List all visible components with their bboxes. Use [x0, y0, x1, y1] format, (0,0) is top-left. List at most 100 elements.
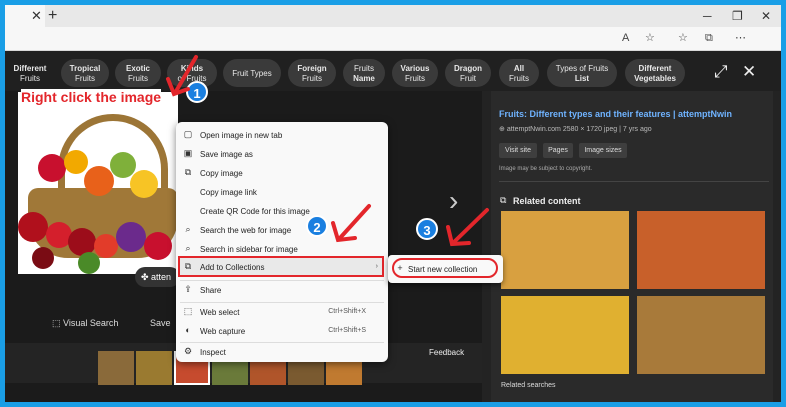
fruit [32, 247, 54, 269]
menu-item-save-image-as[interactable]: ▣ Save image as [176, 145, 388, 164]
menu-item-web-select[interactable]: ⬚ Web select Ctrl+Shift+X [176, 303, 388, 322]
fruit [64, 150, 88, 174]
chip-sublabel: Fruits [405, 74, 425, 83]
inspect-icon: ⚙ [183, 346, 193, 356]
url-field[interactable] [8, 30, 608, 48]
next-image-icon[interactable]: › [449, 185, 458, 217]
chip-types-of-fruits-list[interactable]: Types of Fruits List [547, 59, 617, 87]
related-thumbnail[interactable] [637, 211, 765, 289]
main-image[interactable] [18, 92, 178, 274]
share-icon: ⇪ [184, 284, 192, 294]
chip-foreign-fruits[interactable]: Foreign Fruits [288, 59, 336, 87]
chip-label: Dragon [454, 64, 482, 73]
new-tab-button[interactable]: + [48, 6, 57, 26]
chip-dragon-fruit[interactable]: Dragon Fruit [445, 59, 491, 87]
chip-sublabel: Name [353, 74, 375, 83]
chip-tropical-fruits[interactable]: Tropical Fruits [61, 59, 109, 87]
close-viewer-icon[interactable]: ✕ [742, 63, 756, 81]
chip-sublabel: List [574, 74, 590, 83]
strip-thumbnail[interactable] [98, 351, 134, 385]
chip-sublabel: Fruits [302, 74, 322, 83]
related-thumbnail[interactable] [501, 211, 629, 289]
menu-item-web-capture[interactable]: ◐ Web capture Ctrl+Shift+S [176, 322, 388, 341]
chip-fruits-name[interactable]: Fruits Name [343, 59, 385, 87]
menu-item-label: Add to Collections [200, 263, 265, 272]
image-sizes-button[interactable]: Image sizes [579, 143, 627, 158]
address-bar: A ☆ ☆ ⧉ ⋯ [5, 27, 781, 51]
chip-different-vegetables[interactable]: Different Vegetables [625, 59, 685, 87]
visit-site-button[interactable]: Visit site [499, 143, 537, 158]
menu-item-inspect[interactable]: ⚙ Inspect [176, 343, 388, 362]
pages-button[interactable]: Pages [543, 143, 573, 158]
menu-item-label: Start new collection [408, 265, 478, 274]
chip-exotic-fruits[interactable]: Exotic Fruits [115, 59, 161, 87]
feedback-link[interactable]: Feedback [429, 348, 464, 357]
expand-icon[interactable]: ⤢ [714, 63, 728, 81]
chip-label: Types of Fruits [555, 64, 609, 73]
fruit [78, 252, 100, 274]
result-site[interactable]: attemptNwin.com [507, 126, 561, 133]
details-card: Fruits: Different types and their featur… [491, 91, 773, 402]
tab-bar: ✕ + ─ ❐ ✕ [5, 5, 781, 27]
result-dimensions: 2580 × 1720 jpeg | 7 yrs ago [562, 126, 652, 133]
copy-icon: ⧉ [184, 167, 192, 177]
favorite-star-icon[interactable]: ☆ [645, 31, 655, 45]
strip-thumbnail[interactable] [136, 351, 172, 385]
step-badge-1: 1 [186, 81, 208, 103]
menu-item-search-web-for-image[interactable]: ⌕ Search the web for image [176, 221, 388, 240]
chevron-right-icon: › [375, 263, 378, 270]
instruction-annotation: Right click the image [21, 89, 162, 105]
fruit [38, 154, 66, 182]
menu-item-label: Search the web for image [200, 226, 292, 235]
menu-shortcut: Ctrl+Shift+S [328, 327, 366, 334]
menu-item-add-to-collections[interactable]: ⧉ Add to Collections › [176, 258, 388, 277]
browser-window: ✕ + ─ ❐ ✕ A ☆ ☆ ⧉ ⋯ Different Fruits Trop… [5, 5, 781, 402]
category-chip-bar: Different Fruits Tropical Fruits Exotic Fru… [5, 51, 781, 91]
result-title-link[interactable]: Fruits: Different types and their featur… [499, 109, 769, 119]
menu-item-label: Search in sidebar for image [200, 245, 298, 254]
more-menu-icon[interactable]: ⋯ [735, 31, 746, 45]
save-button[interactable]: Save [150, 318, 171, 328]
collections-icon[interactable]: ⧉ [705, 31, 713, 45]
tab-close-icon[interactable]: ✕ [31, 8, 42, 24]
menu-item-open-image-new-tab[interactable]: ▢ Open image in new tab [176, 126, 388, 145]
related-content-icon: ⧉ [500, 195, 507, 205]
step-badge-2: 2 [306, 215, 328, 237]
chip-sublabel: Fruits [75, 74, 95, 83]
chip-fruit-types[interactable]: Fruit Types [223, 59, 281, 87]
maximize-button[interactable]: ❐ [732, 8, 743, 24]
divider [499, 181, 769, 182]
step-badge-3: 3 [416, 218, 438, 240]
save-label: Save [150, 318, 171, 328]
result-meta: ⊕ attemptNwin.com 2580 × 1720 jpeg | 7 y… [499, 125, 652, 133]
minimize-button[interactable]: ─ [703, 8, 712, 24]
chip-label: All [513, 64, 525, 73]
favorites-icon[interactable]: ☆ [678, 31, 688, 45]
related-thumbnail[interactable] [637, 296, 765, 374]
fruit [130, 170, 158, 198]
menu-shortcut: Ctrl+Shift+X [328, 308, 366, 315]
menu-item-create-qr-code[interactable]: Create QR Code for this image [176, 202, 388, 221]
web-select-icon: ⬚ [183, 306, 193, 316]
menu-item-start-new-collection[interactable]: + Start new collection [388, 260, 503, 279]
fruit [144, 232, 172, 260]
menu-item-search-in-sidebar[interactable]: ⌕ Search in sidebar for image [176, 240, 388, 259]
menu-item-copy-image[interactable]: ⧉ Copy image [176, 164, 388, 183]
visual-search-lens-pill[interactable]: ✤ atten [135, 267, 180, 287]
read-aloud-icon[interactable]: A [622, 31, 629, 45]
menu-item-copy-image-link[interactable]: Copy image link [176, 183, 388, 202]
lens-label: atten [151, 272, 172, 282]
chip-all-fruits[interactable]: All Fruits [499, 59, 539, 87]
visual-search-button[interactable]: ⬚ Visual Search [52, 318, 118, 329]
context-menu: ▢ Open image in new tab ▣ Save image as ⧉ C… [176, 122, 388, 362]
browser-tab[interactable]: ✕ [5, 5, 45, 27]
lens-icon: ✤ [141, 272, 152, 282]
chip-sublabel: Fruits [20, 74, 40, 83]
chip-label: Kinds [180, 64, 204, 73]
chip-various-fruits[interactable]: Various Fruits [392, 59, 438, 87]
visual-search-label: Visual Search [63, 318, 119, 328]
chip-different-fruits[interactable]: Different Fruits [5, 59, 55, 87]
related-thumbnail[interactable] [501, 296, 629, 374]
menu-item-share[interactable]: ⇪ Share [176, 281, 388, 300]
window-close-button[interactable]: ✕ [761, 8, 771, 24]
